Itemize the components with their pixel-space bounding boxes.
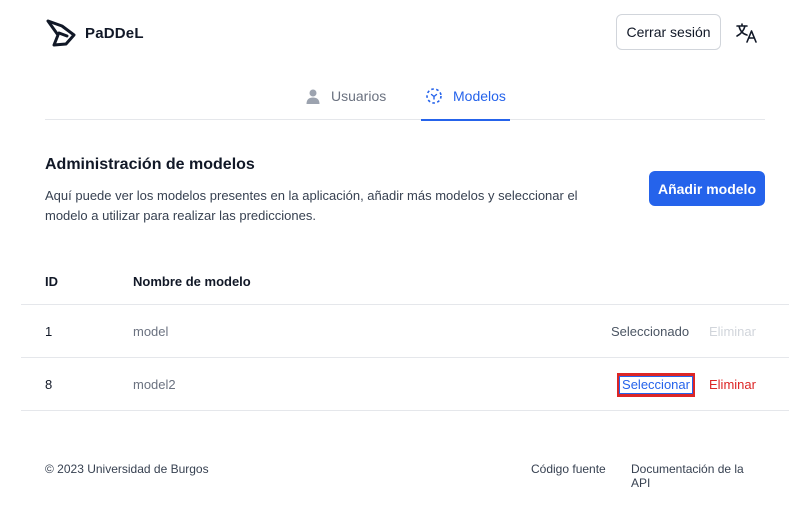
select-model-button[interactable]: Seleccionar	[617, 373, 695, 397]
table-row: 1 model Seleccionado Eliminar	[21, 305, 789, 358]
delete-button-disabled: Eliminar	[709, 323, 756, 339]
model-icon	[425, 87, 443, 105]
model-name: model2	[133, 376, 176, 392]
tab-users[interactable]: Usuarios	[305, 72, 386, 120]
table-header: ID Nombre de modelo	[21, 258, 789, 305]
table-row: 8 model2 Seleccionar Eliminar	[21, 358, 789, 411]
app-name: PaDDeL	[85, 24, 144, 42]
tab-models-label: Modelos	[453, 88, 506, 104]
user-icon	[305, 88, 321, 104]
paddel-logo-icon	[46, 19, 76, 47]
translate-icon[interactable]	[734, 20, 760, 46]
model-name: model	[133, 323, 169, 339]
add-model-button[interactable]: Añadir modelo	[649, 171, 765, 206]
footer: © 2023 Universidad de Burgos Código fuen…	[45, 462, 765, 490]
source-code-link[interactable]: Código fuente	[531, 462, 606, 476]
model-id: 1	[45, 323, 53, 339]
tab-models[interactable]: Modelos	[421, 72, 510, 121]
logout-button[interactable]: Cerrar sesión	[616, 14, 721, 50]
page-description: Aquí puede ver los modelos presentes en …	[45, 188, 578, 223]
select-model-label: Seleccionar	[619, 376, 693, 394]
page-title: Administración de modelos	[45, 156, 255, 173]
column-header-id: ID	[45, 273, 58, 289]
column-header-name: Nombre de modelo	[133, 273, 251, 289]
selected-status: Seleccionado	[611, 323, 690, 339]
tab-bar: Usuarios Modelos	[45, 72, 765, 121]
delete-model-button[interactable]: Eliminar	[709, 358, 756, 410]
models-table: ID Nombre de modelo 1 model Seleccionado…	[21, 258, 789, 411]
app-logo[interactable]: PaDDeL	[45, 18, 144, 48]
api-docs-link[interactable]: Documentación de la API	[631, 462, 765, 490]
copyright-text: © 2023 Universidad de Burgos	[45, 462, 209, 476]
top-header: PaDDeL Cerrar sesión	[0, 0, 802, 66]
model-id: 8	[45, 376, 53, 392]
tab-users-label: Usuarios	[331, 88, 387, 104]
